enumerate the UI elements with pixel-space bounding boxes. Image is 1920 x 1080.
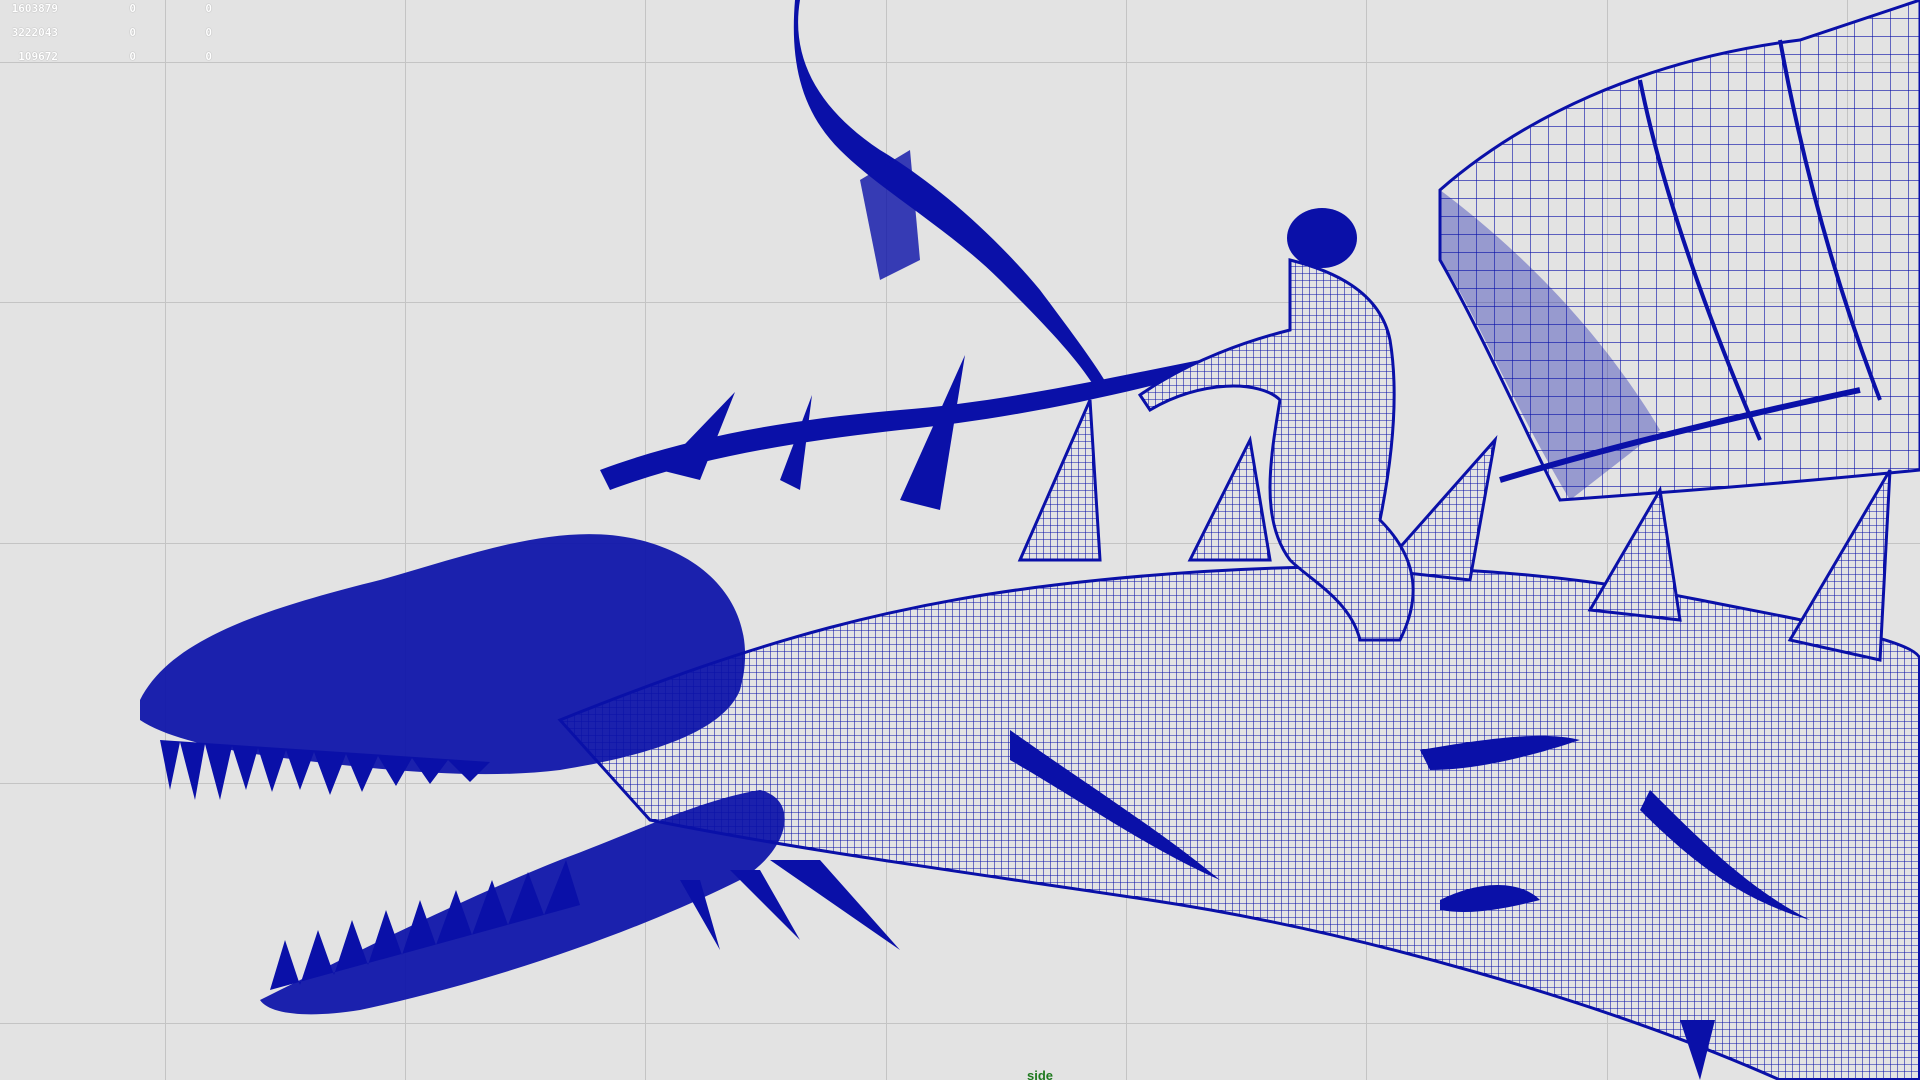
hud-value: 1603879 bbox=[11, 2, 58, 15]
hud-value: 0 bbox=[129, 50, 136, 63]
hud-value: 0 bbox=[205, 2, 212, 15]
hud-row: 3222043 0 0 bbox=[0, 26, 240, 50]
hud-value: 0 bbox=[129, 26, 136, 39]
hud-row: 109672 0 0 bbox=[0, 50, 240, 74]
dragon-wireframe[interactable] bbox=[0, 0, 1920, 1080]
hud-value: 0 bbox=[205, 26, 212, 39]
hud-value: 109672 bbox=[18, 50, 58, 63]
hud-value: 0 bbox=[129, 2, 136, 15]
hud-value: 0 bbox=[205, 50, 212, 63]
heads-up-display: 1603879 0 0 3222043 0 0 109672 0 0 bbox=[0, 2, 240, 74]
viewport-side[interactable]: 1603879 0 0 3222043 0 0 109672 0 0 side bbox=[0, 0, 1920, 1080]
hud-value: 3222043 bbox=[11, 26, 58, 39]
camera-name-label: side bbox=[1026, 1068, 1053, 1080]
hud-row: 1603879 0 0 bbox=[0, 2, 240, 26]
